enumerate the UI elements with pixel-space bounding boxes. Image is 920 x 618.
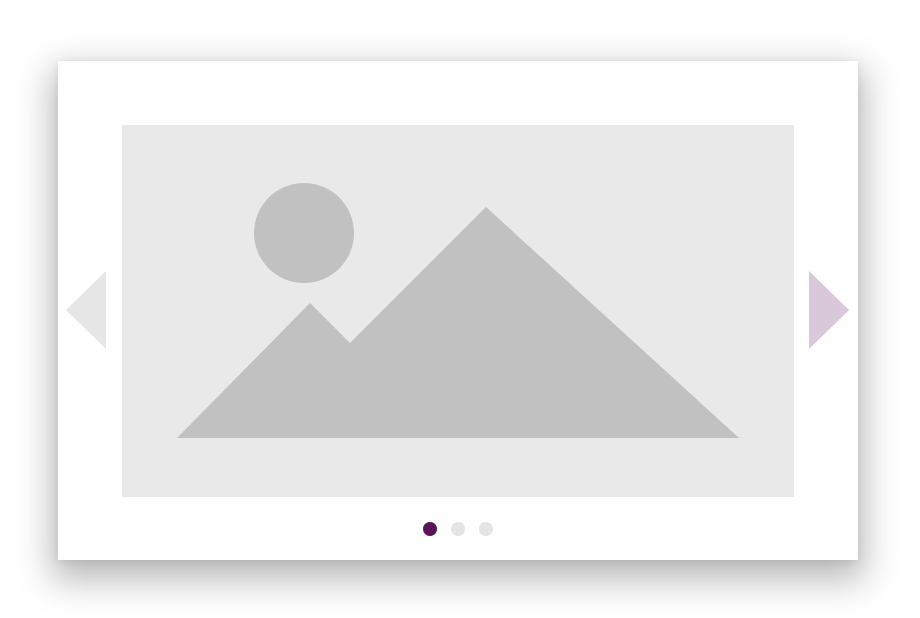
next-slide-button[interactable]: [809, 271, 849, 351]
chevron-left-triangle-icon: [66, 271, 106, 349]
pagination-dot-2[interactable]: [451, 522, 465, 536]
pagination-dot-3[interactable]: [479, 522, 493, 536]
carousel-slide-image: [122, 125, 794, 497]
chevron-right-triangle-icon: [809, 271, 849, 349]
sun-circle: [254, 183, 354, 283]
pagination-dot-1[interactable]: [423, 522, 437, 536]
carousel-pagination: [58, 522, 858, 536]
previous-slide-button[interactable]: [66, 271, 106, 351]
image-placeholder-icon: [177, 183, 739, 438]
image-carousel: [58, 61, 858, 560]
